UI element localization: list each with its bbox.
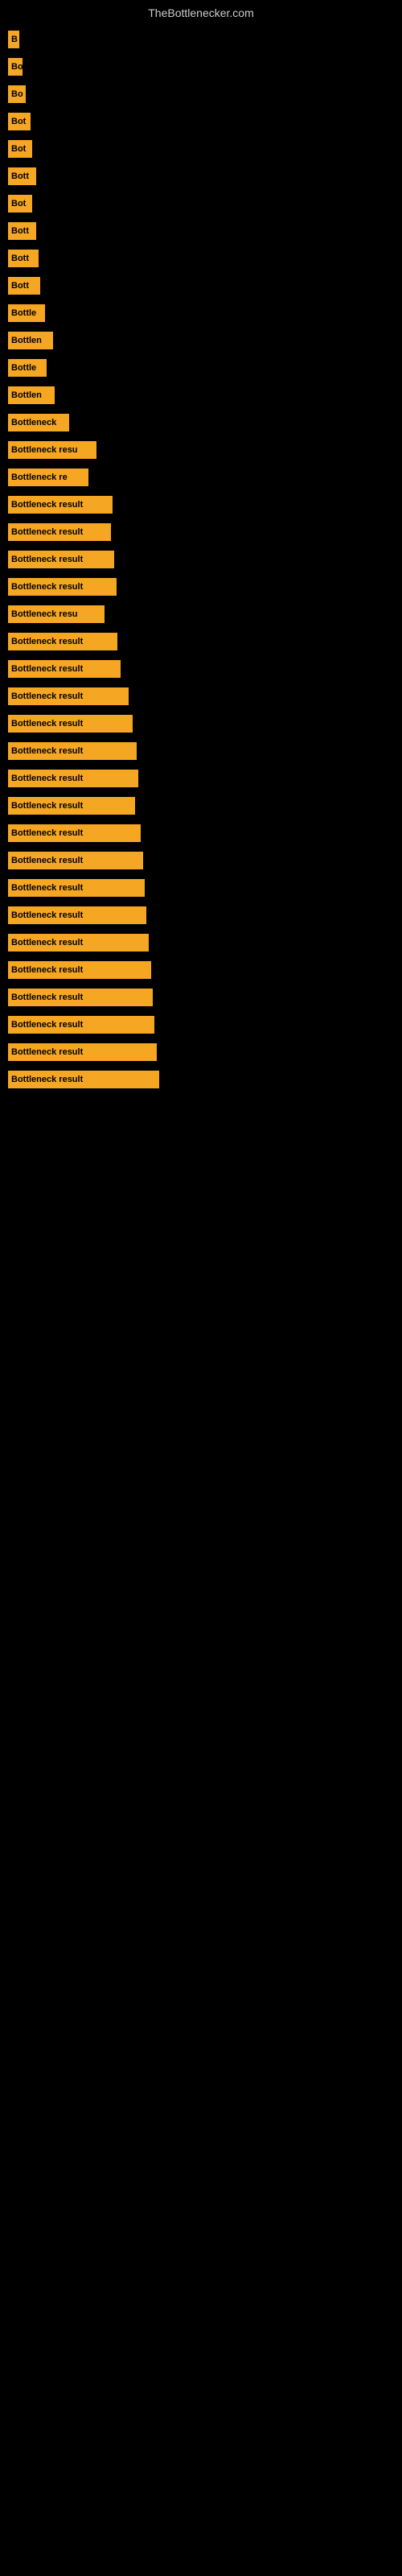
bar-item: Bottleneck result (8, 824, 141, 842)
bar-item: Bottleneck resu (8, 605, 105, 623)
bar-item: Bott (8, 167, 36, 185)
bar-item: Bott (8, 222, 36, 240)
bar-item: Bottle (8, 359, 47, 377)
bar-item: Bott (8, 277, 40, 295)
bar-item: Bottleneck result (8, 496, 113, 514)
bar-row: Bottle (8, 304, 394, 322)
bar-row: Bottleneck result (8, 1016, 394, 1034)
bar-item: Bottleneck result (8, 879, 145, 897)
bar-row: Bottleneck result (8, 852, 394, 869)
bar-row: Bottleneck result (8, 961, 394, 979)
bar-item: Bo (8, 85, 26, 103)
bar-item: Bottleneck result (8, 687, 129, 705)
bar-row: Bott (8, 250, 394, 267)
bar-row: Bottleneck (8, 414, 394, 431)
bar-row: B (8, 31, 394, 48)
bar-row: Bottleneck result (8, 797, 394, 815)
bar-item: Bottleneck result (8, 715, 133, 733)
bar-item: Bottleneck result (8, 1043, 157, 1061)
bar-item: Bott (8, 250, 39, 267)
bar-row: Bottleneck result (8, 879, 394, 897)
bar-row: Bottleneck result (8, 1071, 394, 1088)
bar-row: Bottleneck result (8, 660, 394, 678)
bar-row: Bottleneck result (8, 523, 394, 541)
bar-item: Bottleneck re (8, 469, 88, 486)
bar-item: Bottleneck resu (8, 441, 96, 459)
bars-container: B Bo Bo Bot Bot Bott Bot Bott Bott Bott Bottle Bott… (0, 23, 402, 1114)
bar-row: Bottleneck result (8, 906, 394, 924)
bar-item: Bottleneck (8, 414, 69, 431)
bar-row: Bottlen (8, 332, 394, 349)
bar-row: Bo (8, 85, 394, 103)
bar-item: Bot (8, 113, 31, 130)
bar-item: Bottleneck result (8, 934, 149, 952)
bar-row: Bottleneck result (8, 633, 394, 650)
bar-row: Bottleneck result (8, 770, 394, 787)
bar-item: Bottleneck result (8, 660, 121, 678)
bar-row: Bottleneck result (8, 578, 394, 596)
bar-item: Bottleneck result (8, 906, 146, 924)
bar-item: Bottleneck result (8, 961, 151, 979)
bar-item: Bottlen (8, 332, 53, 349)
bar-item: Bottleneck result (8, 578, 117, 596)
bar-row: Bottleneck result (8, 824, 394, 842)
bar-row: Bott (8, 167, 394, 185)
bar-item: Bottleneck result (8, 523, 111, 541)
bar-item: Bottleneck result (8, 852, 143, 869)
bar-row: Bottleneck result (8, 551, 394, 568)
bar-item: Bot (8, 140, 32, 158)
bar-item: Bot (8, 195, 32, 213)
bar-item: Bottleneck result (8, 551, 114, 568)
bar-item: Bottleneck result (8, 770, 138, 787)
bar-row: Bott (8, 222, 394, 240)
bar-row: Bott (8, 277, 394, 295)
bar-row: Bot (8, 195, 394, 213)
bar-row: Bottleneck result (8, 687, 394, 705)
bar-row: Bottleneck resu (8, 441, 394, 459)
bar-row: Bottleneck resu (8, 605, 394, 623)
bar-row: Bottleneck result (8, 715, 394, 733)
bar-row: Bottleneck result (8, 496, 394, 514)
bar-row: Bottleneck result (8, 742, 394, 760)
bar-row: Bottleneck re (8, 469, 394, 486)
bar-item: B (8, 31, 19, 48)
bar-item: Bottleneck result (8, 633, 117, 650)
bar-row: Bottleneck result (8, 1043, 394, 1061)
bar-item: Bottleneck result (8, 1016, 154, 1034)
bar-row: Bo (8, 58, 394, 76)
bar-item: Bottleneck result (8, 1071, 159, 1088)
bar-row: Bot (8, 113, 394, 130)
bar-row: Bottle (8, 359, 394, 377)
bar-item: Bottleneck result (8, 742, 137, 760)
bar-item: Bottle (8, 304, 45, 322)
site-title: TheBottlenecker.com (0, 0, 402, 23)
bar-row: Bottleneck result (8, 934, 394, 952)
bar-item: Bottlen (8, 386, 55, 404)
bar-item: Bottleneck result (8, 797, 135, 815)
bar-row: Bottlen (8, 386, 394, 404)
bar-row: Bot (8, 140, 394, 158)
bar-row: Bottleneck result (8, 989, 394, 1006)
bar-item: Bo (8, 58, 23, 76)
bar-item: Bottleneck result (8, 989, 153, 1006)
